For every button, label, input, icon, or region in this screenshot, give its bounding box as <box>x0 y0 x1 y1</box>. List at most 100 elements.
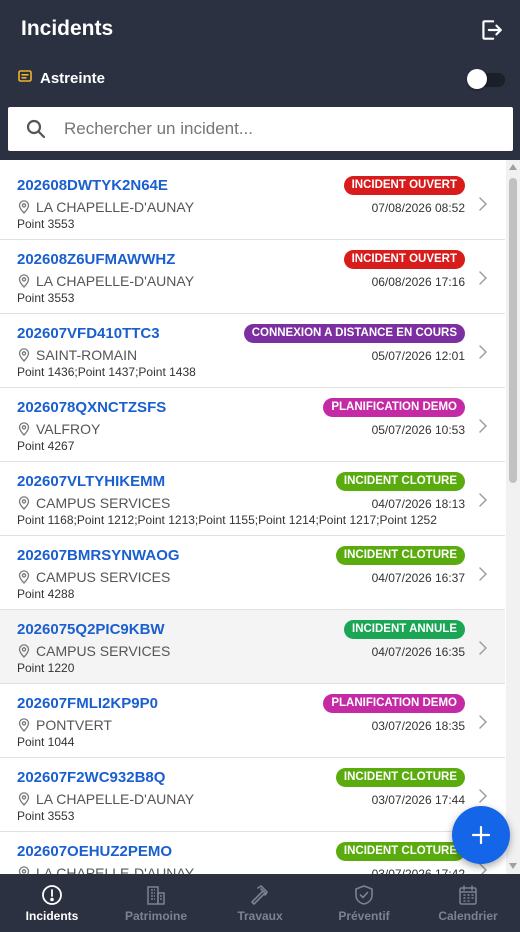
incident-location: LA CHAPELLE-D'AUNAY <box>18 273 194 289</box>
incident-row[interactable]: 202607OEHUZ2PEMO LA CHAPELLE-D'AUNAY Poi… <box>0 832 505 874</box>
astreinte-label: Astreinte <box>40 70 106 87</box>
nav-item-travaux[interactable]: Travaux <box>208 874 312 932</box>
incident-date: 03/07/2026 18:35 <box>371 719 465 733</box>
incident-points: Point 1168;Point 1212;Point 1213;Point 1… <box>17 513 437 527</box>
incident-date: 03/07/2026 17:44 <box>371 793 465 807</box>
incident-location: CAMPUS SERVICES <box>18 495 170 511</box>
incident-date: 03/07/2026 17:42 <box>371 867 465 874</box>
status-badge: INCIDENT CLOTURE <box>335 472 465 491</box>
incident-points: Point 1044 <box>17 735 75 749</box>
incident-row[interactable]: 202608DWTYK2N64E LA CHAPELLE-D'AUNAY Poi… <box>0 166 505 240</box>
nav-item-patrimoine[interactable]: Patrimoine <box>104 874 208 932</box>
incident-id[interactable]: 202607VFD410TTC3 <box>17 325 160 342</box>
incident-id[interactable]: 202607OEHUZ2PEMO <box>17 843 172 860</box>
status-badge: CONNEXION A DISTANCE EN COURS <box>243 324 465 343</box>
nav-label: Préventif <box>338 909 390 923</box>
location-name: LA CHAPELLE-D'AUNAY <box>36 199 195 215</box>
incident-location: LA CHAPELLE-D'AUNAY <box>18 791 194 807</box>
nav-item-incidents[interactable]: Incidents <box>0 874 104 932</box>
incident-date: 04/07/2026 16:37 <box>371 571 465 585</box>
location-name: CAMPUS SERVICES <box>36 643 171 659</box>
incident-location: CAMPUS SERVICES <box>18 569 170 585</box>
incident-row[interactable]: 202607BMRSYNWAOG CAMPUS SERVICES Point 4… <box>0 536 505 610</box>
shield-check-icon <box>353 884 375 906</box>
astreinte-toggle[interactable] <box>467 69 505 89</box>
list-scrollbar[interactable] <box>506 160 520 874</box>
incident-row[interactable]: 2026078QXNCTZSFS VALFROY Point 4267 PLAN… <box>0 388 505 462</box>
incident-location: CAMPUS SERVICES <box>18 643 170 659</box>
calendar-icon <box>457 884 479 906</box>
incident-list: 202608DWTYK2N64E LA CHAPELLE-D'AUNAY Poi… <box>0 166 505 874</box>
incident-date: 05/07/2026 12:01 <box>371 349 465 363</box>
incident-row[interactable]: 202608Z6UFMAWWHZ LA CHAPELLE-D'AUNAY Poi… <box>0 240 505 314</box>
location-name: CAMPUS SERVICES <box>36 569 171 585</box>
chevron-right-icon <box>478 863 488 874</box>
incident-id[interactable]: 2026075Q2PIC9KBW <box>17 621 165 638</box>
incident-date: 04/07/2026 18:13 <box>371 497 465 511</box>
location-name: LA CHAPELLE-D'AUNAY <box>36 865 195 874</box>
scroll-up-arrow-icon[interactable] <box>509 164 517 170</box>
location-pin-icon <box>18 792 30 806</box>
incident-id[interactable]: 202607FMLI2KP9P0 <box>17 695 158 712</box>
location-pin-icon <box>18 866 30 874</box>
status-badge: PLANIFICATION DEMO <box>323 398 465 417</box>
incident-row[interactable]: 2026075Q2PIC9KBW CAMPUS SERVICES Point 1… <box>0 610 505 684</box>
nav-label: Calendrier <box>438 909 498 923</box>
incident-id[interactable]: 202607BMRSYNWAOG <box>17 547 180 564</box>
logout-icon[interactable] <box>478 17 504 43</box>
search-bar[interactable] <box>8 107 513 151</box>
toggle-knob <box>467 69 487 89</box>
incident-date: 04/07/2026 16:35 <box>371 645 465 659</box>
chevron-right-icon <box>478 197 488 211</box>
add-incident-button[interactable] <box>452 806 510 864</box>
incident-date: 07/08/2026 08:52 <box>371 201 465 215</box>
location-name: VALFROY <box>36 421 101 437</box>
chevron-right-icon <box>478 715 488 729</box>
location-name: LA CHAPELLE-D'AUNAY <box>36 273 195 289</box>
incident-date: 06/08/2026 17:16 <box>371 275 465 289</box>
incident-id[interactable]: 202608DWTYK2N64E <box>17 177 168 194</box>
status-badge: PLANIFICATION DEMO <box>323 694 465 713</box>
incident-points: Point 4267 <box>17 439 75 453</box>
incident-location: VALFROY <box>18 421 100 437</box>
alert-circle-icon <box>41 884 63 906</box>
scrollbar-thumb[interactable] <box>509 178 517 483</box>
incident-id[interactable]: 202608Z6UFMAWWHZ <box>17 251 175 268</box>
building-icon <box>145 884 167 906</box>
nav-label: Travaux <box>237 909 283 923</box>
incident-location: SAINT-ROMAIN <box>18 347 137 363</box>
scroll-down-arrow-icon[interactable] <box>509 863 517 869</box>
search-input[interactable] <box>64 107 504 151</box>
nav-item-preventif[interactable]: Préventif <box>312 874 416 932</box>
incident-row[interactable]: 202607F2WC932B8Q LA CHAPELLE-D'AUNAY Poi… <box>0 758 505 832</box>
chevron-right-icon <box>478 493 488 507</box>
status-badge: INCIDENT OUVERT <box>343 176 465 195</box>
incident-points: Point 3553 <box>17 291 75 305</box>
incident-id[interactable]: 202607F2WC932B8Q <box>17 769 165 786</box>
astreinte-row: Astreinte <box>18 69 105 88</box>
search-icon <box>26 119 46 139</box>
incident-row[interactable]: 202607VFD410TTC3 SAINT-ROMAIN Point 1436… <box>0 314 505 388</box>
status-badge: INCIDENT ANNULE <box>344 620 465 639</box>
incident-date: 05/07/2026 10:53 <box>371 423 465 437</box>
chevron-right-icon <box>478 419 488 433</box>
location-pin-icon <box>18 422 30 436</box>
nav-label: Incidents <box>25 909 79 923</box>
bottom-navigation: Incidents Patrimoine Travaux Préventif C… <box>0 874 520 932</box>
chevron-right-icon <box>478 567 488 581</box>
location-name: CAMPUS SERVICES <box>36 495 171 511</box>
status-badge: INCIDENT OUVERT <box>343 250 465 269</box>
nav-item-calendrier[interactable]: Calendrier <box>416 874 520 932</box>
incident-row[interactable]: 202607FMLI2KP9P0 PONTVERT Point 1044 PLA… <box>0 684 505 758</box>
incident-location: LA CHAPELLE-D'AUNAY <box>18 865 194 874</box>
location-pin-icon <box>18 570 30 584</box>
incident-id[interactable]: 2026078QXNCTZSFS <box>17 399 166 416</box>
status-badge: INCIDENT CLOTURE <box>335 768 465 787</box>
hammer-icon <box>249 884 271 906</box>
status-badge: INCIDENT CLOTURE <box>335 842 465 861</box>
incident-id[interactable]: 202607VLTYHIKEMM <box>17 473 165 490</box>
incident-row[interactable]: 202607VLTYHIKEMM CAMPUS SERVICES Point 1… <box>0 462 505 536</box>
status-badge: INCIDENT CLOTURE <box>335 546 465 565</box>
location-pin-icon <box>18 200 30 214</box>
app-header: Incidents Astreinte <box>0 0 520 160</box>
